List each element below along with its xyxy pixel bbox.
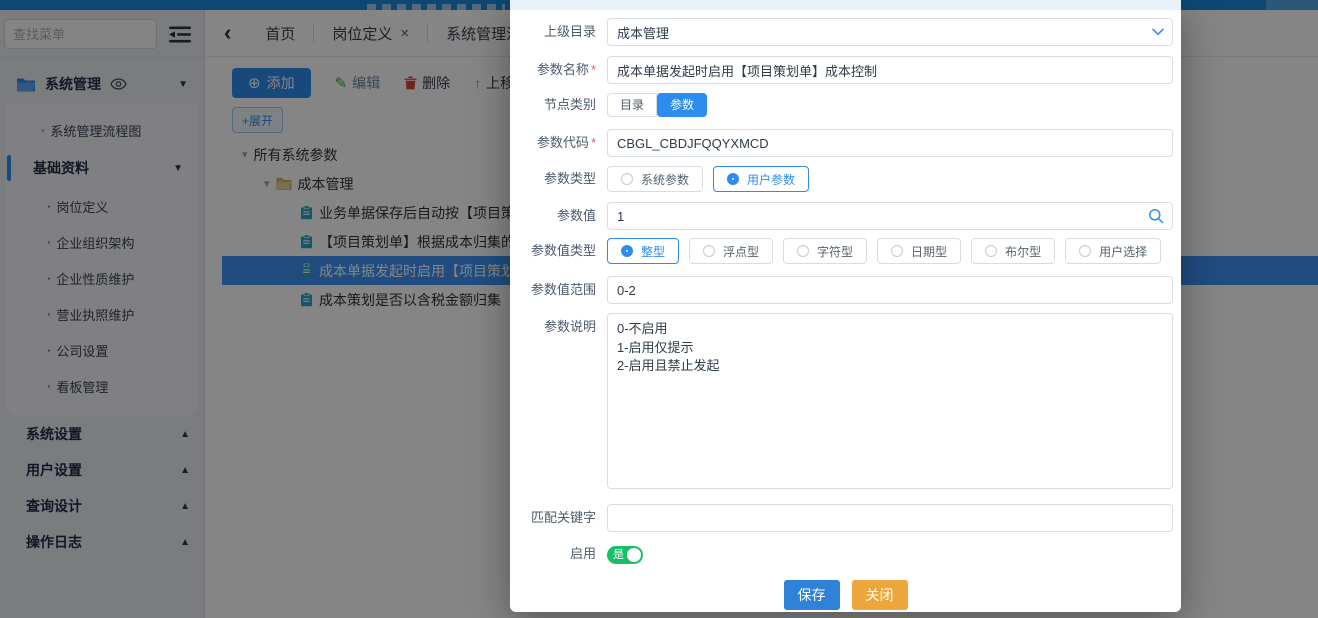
field-enabled: 启用 是 (510, 545, 1181, 564)
field-label: 上级目录 (510, 18, 596, 46)
param-value-input[interactable] (607, 202, 1173, 230)
required-mark: * (591, 62, 596, 77)
field-label: 参数类型 (510, 166, 596, 192)
field-label: 参数值类型 (510, 238, 596, 264)
field-label: 参数代码* (510, 129, 596, 157)
parent-directory-select[interactable]: 成本管理 (607, 18, 1173, 46)
value-type-radio-group: 整型 浮点型 字符型 日期型 (607, 238, 1173, 264)
match-keyword-input[interactable] (607, 504, 1173, 532)
field-label: 参数名称* (510, 56, 596, 84)
save-button[interactable]: 保存 (784, 580, 840, 610)
radio-icon (797, 245, 809, 257)
field-value-type: 参数值类型 整型 浮点型 字符型 (510, 238, 1181, 264)
close-button[interactable]: 关闭 (852, 580, 908, 610)
field-match-keyword: 匹配关键字 (510, 504, 1181, 532)
radio-icon (703, 245, 715, 257)
radio-icon (621, 245, 633, 257)
param-type-option-system[interactable]: 系统参数 (607, 166, 703, 192)
radio-icon (985, 245, 997, 257)
field-value-range: 参数值范围 (510, 276, 1181, 304)
radio-icon (1079, 245, 1091, 257)
param-description-textarea[interactable]: 0-不启用 1-启用仅提示 2-启用且禁止发起 (607, 313, 1173, 489)
field-label: 启用 (510, 545, 596, 563)
field-label: 匹配关键字 (510, 504, 596, 532)
radio-icon (727, 173, 739, 185)
node-type-option-directory[interactable]: 目录 (607, 93, 657, 117)
field-label: 参数值范围 (510, 276, 596, 304)
chevron-down-icon (1152, 28, 1164, 36)
value-type-option-date[interactable]: 日期型 (877, 238, 961, 264)
field-label: 节点类别 (510, 93, 596, 117)
param-edit-dialog: 上级目录 成本管理 参数名称* 节点类别 目录 (510, 0, 1181, 612)
field-param-type: 参数类型 系统参数 用户参数 (510, 166, 1181, 192)
enabled-toggle[interactable]: 是 (607, 546, 643, 564)
param-type-option-user[interactable]: 用户参数 (713, 166, 809, 192)
value-type-option-integer[interactable]: 整型 (607, 238, 679, 264)
field-param-value: 参数值 (510, 202, 1181, 230)
field-param-code: 参数代码* (510, 129, 1181, 157)
value-type-option-user-select[interactable]: 用户选择 (1065, 238, 1161, 264)
required-mark: * (591, 135, 596, 150)
value-range-input[interactable] (607, 276, 1173, 304)
param-name-input[interactable] (607, 56, 1173, 84)
field-label: 参数说明 (510, 313, 596, 341)
param-type-radio-group: 系统参数 用户参数 (607, 166, 1173, 192)
field-param-description: 参数说明 0-不启用 1-启用仅提示 2-启用且禁止发起 (510, 313, 1181, 494)
field-param-name: 参数名称* (510, 56, 1181, 84)
toggle-state-label: 是 (613, 546, 624, 564)
value-type-option-string[interactable]: 字符型 (783, 238, 867, 264)
radio-icon (891, 245, 903, 257)
app-root: 系统管理 ▼ · 系统管理流程图 基础资料 ▼ · 岗位定义 · (0, 0, 1318, 618)
field-parent-directory: 上级目录 成本管理 (510, 18, 1181, 46)
dialog-footer: 保存 关闭 (510, 580, 1181, 610)
dialog-header-clipped (510, 0, 1181, 10)
field-label: 参数值 (510, 202, 596, 230)
toggle-knob (627, 548, 641, 562)
value-type-option-float[interactable]: 浮点型 (689, 238, 773, 264)
param-code-input[interactable] (607, 129, 1173, 157)
radio-icon (621, 173, 633, 185)
node-type-option-parameter[interactable]: 参数 (657, 93, 707, 117)
select-value: 成本管理 (617, 23, 669, 42)
field-node-type: 节点类别 目录 参数 (510, 93, 1181, 117)
value-type-option-boolean[interactable]: 布尔型 (971, 238, 1055, 264)
search-icon[interactable] (1148, 208, 1164, 224)
node-type-segmented: 目录 参数 (607, 93, 707, 117)
